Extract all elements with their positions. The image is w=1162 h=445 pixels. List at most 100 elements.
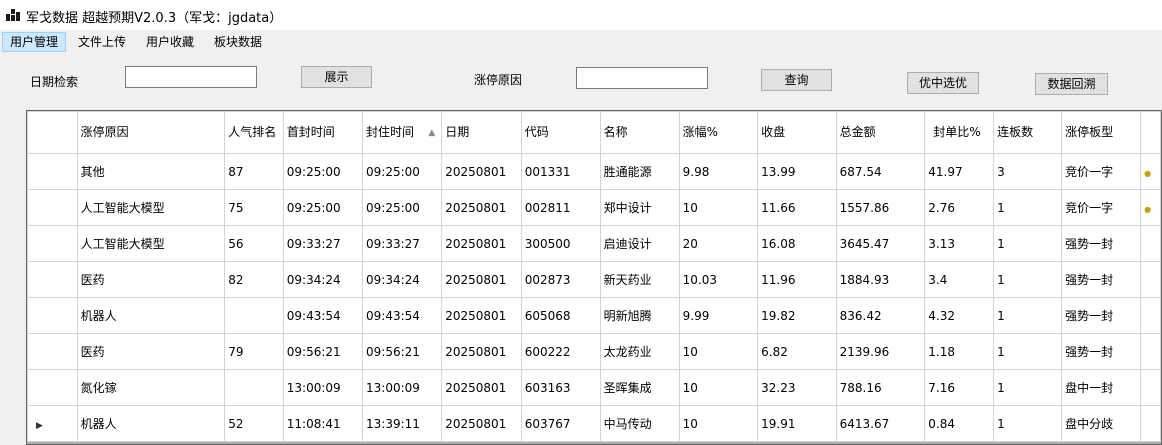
table-row[interactable]: 机器人 09:43:54 09:43:54 20250801 605068 明新旭腾 9.9…: [27, 297, 1161, 334]
table-row[interactable]: 其他 87 09:25:00 09:25:00 20250801 001331 胜通能源 9.…: [27, 153, 1161, 190]
cell-change-percent[interactable]: 9.99: [678, 297, 759, 334]
cell-first-seal-time[interactable]: 09:25:00: [282, 189, 364, 226]
cell-seal-ratio[interactable]: 0.84: [924, 405, 995, 442]
cell-board-type[interactable]: 强势一封: [1061, 225, 1142, 262]
cell-code[interactable]: 300500: [520, 225, 601, 262]
cell-close[interactable]: 16.08: [757, 225, 837, 262]
cell-total-amount[interactable]: 6413.67: [835, 405, 926, 442]
cell-close[interactable]: 6.82: [757, 333, 837, 370]
cell-total-amount[interactable]: 687.54: [835, 153, 926, 190]
cell-consecutive-boards[interactable]: 1: [993, 369, 1063, 406]
cell-board-type[interactable]: 强势一封: [1061, 261, 1142, 298]
cell-first-seal-time[interactable]: 13:00:09: [282, 369, 364, 406]
cell-total-amount[interactable]: 2139.96: [835, 333, 926, 370]
cell-consecutive-boards[interactable]: 1: [993, 405, 1063, 442]
cell-code[interactable]: 001331: [520, 153, 601, 190]
cell-seal-time[interactable]: 09:56:21: [361, 333, 443, 370]
cell-consecutive-boards[interactable]: 1: [993, 261, 1063, 298]
row-header[interactable]: [27, 297, 78, 334]
cell-date[interactable]: 20250801: [441, 333, 522, 370]
cell-close[interactable]: 19.91: [757, 405, 837, 442]
show-button[interactable]: 展示: [301, 66, 372, 88]
cell-seal-ratio[interactable]: 2.76: [924, 189, 995, 226]
cell-seal-ratio[interactable]: 3.13: [924, 225, 995, 262]
row-header[interactable]: [27, 189, 78, 226]
cell-consecutive-boards[interactable]: 1: [993, 333, 1063, 370]
cell-limit-reason[interactable]: 机器人: [76, 405, 226, 442]
limit-reason-input[interactable]: [576, 67, 708, 89]
column-header-limit-reason[interactable]: 涨停原因: [76, 111, 226, 154]
cell-date[interactable]: 20250801: [441, 189, 522, 226]
column-header-close[interactable]: 收盘: [757, 111, 837, 154]
table-row[interactable]: 人工智能大模型 56 09:33:27 09:33:27 20250801 300500 启…: [27, 225, 1161, 262]
cell-date[interactable]: 20250801: [441, 225, 522, 262]
column-header-first-seal-time[interactable]: 首封时间: [282, 111, 364, 154]
column-header-popularity-rank[interactable]: 人气排名: [224, 111, 284, 154]
row-header[interactable]: [27, 369, 78, 406]
cell-name[interactable]: 中马传动: [599, 405, 680, 442]
cell-code[interactable]: 002811: [520, 189, 601, 226]
cell-popularity-rank[interactable]: 75: [224, 189, 284, 226]
cell-consecutive-boards[interactable]: 1: [993, 225, 1063, 262]
column-header-change-percent[interactable]: 涨幅%: [678, 111, 759, 154]
cell-code[interactable]: 002873: [520, 261, 601, 298]
cell-close[interactable]: 13.99: [757, 153, 837, 190]
cell-code[interactable]: 603163: [520, 369, 601, 406]
row-header[interactable]: [27, 333, 78, 370]
cell-first-seal-time[interactable]: 09:43:54: [282, 297, 364, 334]
cell-date[interactable]: 20250801: [441, 405, 522, 442]
cell-first-seal-time[interactable]: 09:33:27: [282, 225, 364, 262]
row-header[interactable]: [27, 225, 78, 262]
cell-first-seal-time[interactable]: 09:56:21: [282, 333, 364, 370]
cell-close[interactable]: 11.96: [757, 261, 837, 298]
cell-close[interactable]: 11.66: [757, 189, 837, 226]
cell-code[interactable]: 600222: [520, 333, 601, 370]
cell-total-amount[interactable]: 3645.47: [835, 225, 926, 262]
menu-sector-data[interactable]: 板块数据: [207, 32, 269, 52]
cell-limit-reason[interactable]: 医药: [76, 333, 226, 370]
cell-seal-ratio[interactable]: 4.32: [924, 297, 995, 334]
cell-seal-time[interactable]: 09:25:00: [361, 189, 443, 226]
row-header[interactable]: [27, 153, 78, 190]
cell-close[interactable]: 32.23: [757, 369, 837, 406]
cell-total-amount[interactable]: 788.16: [835, 369, 926, 406]
cell-popularity-rank[interactable]: 87: [224, 153, 284, 190]
cell-change-percent[interactable]: 20: [678, 225, 759, 262]
table-row[interactable]: 氮化镓 13:00:09 13:00:09 20250801 603163 圣晖集成 10 3…: [27, 369, 1161, 406]
cell-seal-ratio[interactable]: 1.18: [924, 333, 995, 370]
cell-board-type[interactable]: 盘中分歧: [1061, 405, 1142, 442]
column-header-board-type[interactable]: 涨停板型: [1061, 111, 1142, 154]
cell-board-type[interactable]: 盘中一封: [1061, 369, 1142, 406]
cell-total-amount[interactable]: 836.42: [835, 297, 926, 334]
cell-limit-reason[interactable]: 人工智能大模型: [76, 189, 226, 226]
menu-user-favorites[interactable]: 用户收藏: [139, 32, 201, 52]
cell-board-type[interactable]: 竞价一字: [1061, 189, 1142, 226]
cell-change-percent[interactable]: 10: [678, 405, 759, 442]
cell-first-seal-time[interactable]: 09:25:00: [282, 153, 364, 190]
cell-consecutive-boards[interactable]: 1: [993, 189, 1063, 226]
query-button[interactable]: 查询: [761, 69, 832, 91]
cell-name[interactable]: 明新旭腾: [599, 297, 680, 334]
cell-seal-time[interactable]: 09:25:00: [361, 153, 443, 190]
cell-limit-reason[interactable]: 机器人: [76, 297, 226, 334]
cell-name[interactable]: 启迪设计: [599, 225, 680, 262]
table-row[interactable]: 医药 82 09:34:24 09:34:24 20250801 002873 新天药业 10…: [27, 261, 1161, 298]
table-row[interactable]: 人工智能大模型 75 09:25:00 09:25:00 20250801 002811 郑…: [27, 189, 1161, 226]
cell-code[interactable]: 603767: [520, 405, 601, 442]
cell-consecutive-boards[interactable]: 1: [993, 297, 1063, 334]
cell-total-amount[interactable]: 1884.93: [835, 261, 926, 298]
column-header-name[interactable]: 名称: [599, 111, 680, 154]
cell-change-percent[interactable]: 10: [678, 333, 759, 370]
column-header-seal-time[interactable]: 封住时间 ▲: [361, 111, 443, 154]
cell-consecutive-boards[interactable]: 3: [993, 153, 1063, 190]
cell-first-seal-time[interactable]: 09:34:24: [282, 261, 364, 298]
column-header-consecutive-boards[interactable]: 连板数: [993, 111, 1063, 154]
cell-date[interactable]: 20250801: [441, 297, 522, 334]
cell-limit-reason[interactable]: 人工智能大模型: [76, 225, 226, 262]
cell-popularity-rank[interactable]: 79: [224, 333, 284, 370]
cell-date[interactable]: 20250801: [441, 261, 522, 298]
select-best-button[interactable]: 优中选优: [907, 72, 979, 94]
cell-limit-reason[interactable]: 氮化镓: [76, 369, 226, 406]
cell-seal-time[interactable]: 09:33:27: [361, 225, 443, 262]
cell-seal-ratio[interactable]: 41.97: [924, 153, 995, 190]
